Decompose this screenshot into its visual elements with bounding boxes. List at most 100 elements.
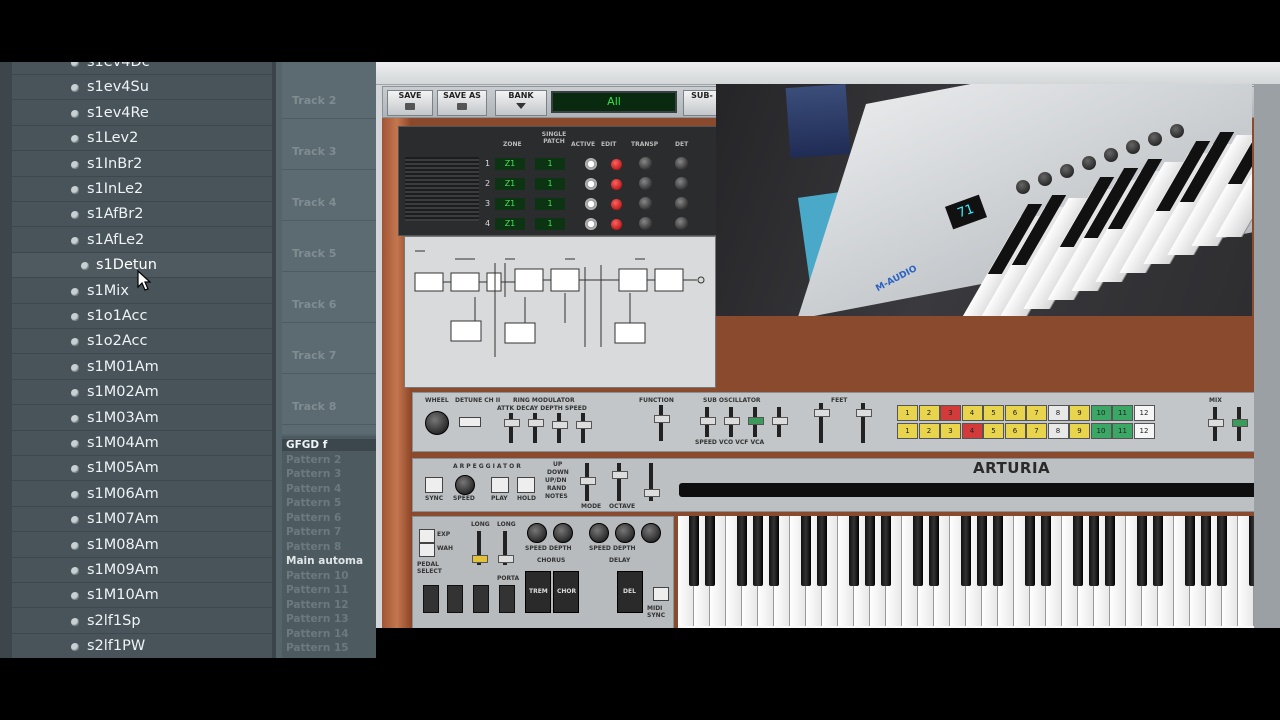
zone-edit-led[interactable]	[611, 199, 622, 210]
black-key[interactable]	[849, 516, 859, 586]
sust-switch-2[interactable]	[473, 585, 489, 613]
voice-number-button[interactable]: 2	[918, 423, 940, 439]
arp-play-button[interactable]	[491, 477, 509, 493]
voice-number-button[interactable]: 1	[897, 405, 918, 421]
pattern-item[interactable]: Main automa	[286, 555, 363, 567]
automation-param-item[interactable]: s1M08Am	[12, 533, 272, 558]
save-button[interactable]: SAVE	[387, 90, 433, 116]
zone-transpose-knob[interactable]	[639, 177, 652, 190]
glide-switch[interactable]	[499, 585, 515, 613]
voice-number-button[interactable]: 3	[940, 405, 961, 421]
sust-switch[interactable]	[423, 585, 439, 613]
save-as-button[interactable]: SAVE AS	[437, 90, 487, 116]
voice-number-button[interactable]: 4	[961, 423, 983, 439]
playlist-track[interactable]: Track 4	[282, 170, 376, 221]
feet-fader-1[interactable]	[814, 403, 830, 443]
black-key[interactable]	[929, 516, 939, 586]
mix-fader-1[interactable]	[1208, 407, 1224, 441]
arp-mode-fader[interactable]	[580, 463, 596, 501]
black-key[interactable]	[1073, 516, 1083, 586]
black-key[interactable]	[913, 516, 923, 586]
zone-active-toggle[interactable]	[585, 158, 597, 170]
pedal-wah-button[interactable]	[419, 543, 435, 557]
voice-number-button[interactable]: 2	[918, 405, 940, 421]
zone-patch-select[interactable]: 1	[535, 198, 565, 210]
voice-number-button[interactable]: 8	[1047, 405, 1069, 421]
black-key[interactable]	[977, 516, 987, 586]
pattern-item[interactable]: Pattern 10	[286, 570, 349, 582]
voice-number-button[interactable]: 9	[1069, 405, 1090, 421]
zone-transpose-knob[interactable]	[639, 217, 652, 230]
pattern-item[interactable]: GFGD f	[282, 439, 376, 451]
zone-detune-knob[interactable]	[675, 217, 688, 230]
black-key[interactable]	[1105, 516, 1115, 586]
arp-sync-button[interactable]	[425, 477, 443, 493]
sub-vco-fader[interactable]	[724, 407, 740, 437]
pattern-item[interactable]: Pattern 11	[286, 584, 349, 596]
pattern-item[interactable]: Pattern 13	[286, 613, 349, 625]
playlist-track[interactable]: Track 7	[282, 323, 376, 374]
automation-param-item[interactable]: s1M06Am	[12, 482, 272, 507]
black-key[interactable]	[1025, 516, 1035, 586]
pattern-item[interactable]: Pattern 6	[286, 512, 341, 524]
voice-number-button[interactable]: 6	[1004, 423, 1026, 439]
black-key[interactable]	[961, 516, 971, 586]
arp-hold-button[interactable]	[517, 477, 535, 493]
voice-number-button[interactable]: 10	[1090, 405, 1112, 421]
voice-number-button[interactable]: 11	[1112, 423, 1133, 439]
black-key[interactable]	[705, 516, 715, 586]
modulation-strip[interactable]	[679, 483, 1279, 497]
voice-number-button[interactable]: 3	[940, 423, 961, 439]
automation-param-item[interactable]: s1InLe2	[12, 177, 272, 202]
voice-number-button[interactable]: 1	[897, 423, 918, 439]
zone-detune-knob[interactable]	[675, 157, 688, 170]
black-key[interactable]	[1089, 516, 1099, 586]
pattern-item[interactable]: Pattern 12	[286, 599, 349, 611]
ring-attk-fader[interactable]	[504, 413, 520, 443]
ring-speed-fader[interactable]	[576, 413, 592, 443]
black-key[interactable]	[881, 516, 891, 586]
black-key[interactable]	[1137, 516, 1147, 586]
automation-param-item[interactable]: s1M03Am	[12, 406, 272, 431]
plugin-title-bar[interactable]	[376, 62, 1280, 85]
patch-display[interactable]: All	[551, 91, 677, 113]
black-key[interactable]	[1153, 516, 1163, 586]
automation-param-item[interactable]: s2lf1PW	[12, 634, 272, 658]
sub-vca-fader[interactable]	[772, 407, 788, 437]
arp-octave-fader[interactable]	[612, 463, 628, 501]
pattern-item[interactable]: Pattern 4	[286, 483, 341, 495]
pattern-item[interactable]: Pattern 8	[286, 541, 341, 553]
black-key[interactable]	[1217, 516, 1227, 586]
pattern-item[interactable]: Pattern 2	[286, 454, 341, 466]
delay-mix-knob[interactable]	[641, 523, 661, 543]
feet-fader-2[interactable]	[856, 403, 872, 443]
zone-select[interactable]: Z1	[495, 218, 525, 230]
pattern-item[interactable]: Pattern 7	[286, 526, 341, 538]
zone-active-toggle[interactable]	[585, 198, 597, 210]
black-key[interactable]	[1201, 516, 1211, 586]
black-key[interactable]	[865, 516, 875, 586]
bank-button[interactable]: BANK	[495, 90, 547, 116]
automation-param-item[interactable]: s1ev4Su	[12, 75, 272, 101]
voice-number-button[interactable]: 5	[983, 405, 1004, 421]
automation-param-item[interactable]: s1ev4Re	[12, 101, 272, 126]
automation-param-item[interactable]: s1AfLe2	[12, 228, 272, 253]
black-key[interactable]	[1185, 516, 1195, 586]
voice-number-button[interactable]: 5	[983, 423, 1004, 439]
voice-number-button[interactable]: 9	[1069, 423, 1090, 439]
chorus-depth-knob[interactable]	[553, 523, 573, 543]
zone-active-toggle[interactable]	[585, 218, 597, 230]
zone-transpose-knob[interactable]	[639, 157, 652, 170]
voice-number-button[interactable]: 11	[1112, 405, 1133, 421]
automation-param-item[interactable]: s1M01Am	[12, 355, 272, 380]
voice-number-button[interactable]: 4	[961, 405, 983, 421]
virtual-keyboard[interactable]	[678, 516, 1280, 628]
voice-number-button[interactable]: 12	[1133, 423, 1155, 439]
sub-speed-fader[interactable]	[700, 407, 716, 437]
pattern-item[interactable]: Pattern 5	[286, 497, 341, 509]
playlist-track[interactable]: Track 8	[282, 374, 376, 425]
mix-fader-2[interactable]	[1232, 407, 1248, 441]
automation-param-item[interactable]: s1o1Acc	[12, 304, 272, 329]
automation-param-item[interactable]: s1o2Acc	[12, 329, 272, 355]
black-key[interactable]	[817, 516, 827, 586]
